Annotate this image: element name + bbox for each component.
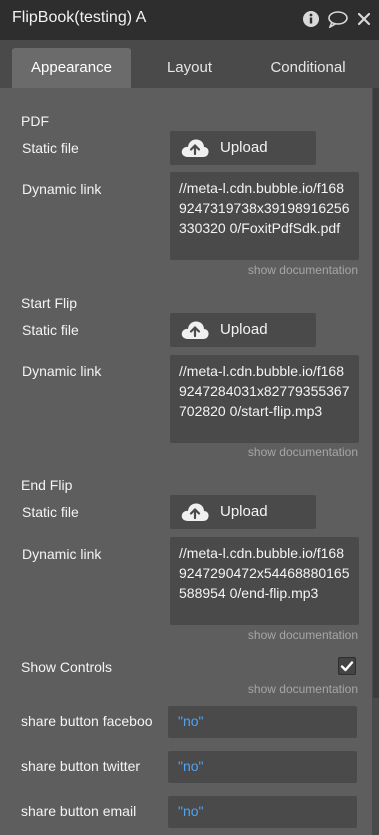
- share-email-input[interactable]: "no": [168, 796, 357, 828]
- tab-appearance[interactable]: Appearance: [12, 48, 131, 88]
- share-email-label: share button email: [21, 803, 137, 819]
- info-icon[interactable]: [302, 10, 320, 33]
- cloud-upload-icon: [180, 137, 210, 164]
- dynamic-link-input[interactable]: //meta-l.cdn.bubble.io/f1689247319738x39…: [170, 172, 359, 260]
- upload-button[interactable]: Upload: [170, 131, 316, 165]
- share-twitter-input[interactable]: "no": [168, 751, 357, 783]
- tab-conditional[interactable]: Conditional: [248, 48, 368, 88]
- upload-label: Upload: [220, 139, 268, 156]
- scrollbar[interactable]: [373, 88, 379, 698]
- show-controls-label: Show Controls: [21, 659, 113, 675]
- window-title: FlipBook(testing) A: [12, 9, 147, 26]
- dynamic-link-input[interactable]: //meta-l.cdn.bubble.io/f1689247290472x54…: [170, 537, 359, 625]
- upload-label: Upload: [220, 503, 268, 520]
- section-title-end-flip: End Flip: [21, 477, 73, 493]
- share-twitter-label: share button twitter: [21, 758, 141, 774]
- show-documentation-link[interactable]: show documentation: [248, 263, 358, 277]
- show-documentation-link[interactable]: show documentation: [248, 682, 358, 696]
- show-controls-checkbox[interactable]: [338, 657, 356, 675]
- show-documentation-link[interactable]: show documentation: [248, 628, 358, 642]
- dynamic-link-label: Dynamic link: [22, 181, 102, 197]
- section-title-pdf: PDF: [21, 113, 49, 129]
- show-documentation-link[interactable]: show documentation: [248, 445, 358, 459]
- dynamic-link-input[interactable]: //meta-l.cdn.bubble.io/f1689247284031x82…: [170, 355, 359, 443]
- dynamic-link-label: Dynamic link: [22, 363, 102, 379]
- static-file-label: Static file: [22, 322, 79, 338]
- static-file-label: Static file: [22, 140, 79, 156]
- close-icon[interactable]: [357, 12, 371, 31]
- upload-button[interactable]: Upload: [170, 495, 316, 529]
- share-facebook-label: share button faceboo: [21, 713, 153, 729]
- upload-label: Upload: [220, 321, 268, 338]
- section-title-start-flip: Start Flip: [21, 295, 78, 311]
- share-facebook-input[interactable]: "no": [168, 706, 357, 738]
- static-file-label: Static file: [22, 504, 79, 520]
- upload-button[interactable]: Upload: [170, 313, 316, 347]
- dynamic-link-label: Dynamic link: [22, 546, 102, 562]
- properties-panel: PDF Static file Upload Dynamic link //me…: [0, 88, 372, 835]
- cloud-upload-icon: [180, 501, 210, 528]
- title-bar: FlipBook(testing) A: [0, 0, 379, 40]
- cloud-upload-icon: [180, 319, 210, 346]
- comment-icon[interactable]: [327, 10, 349, 33]
- tab-layout[interactable]: Layout: [141, 48, 238, 88]
- tab-bar: Appearance Layout Conditional: [0, 40, 379, 88]
